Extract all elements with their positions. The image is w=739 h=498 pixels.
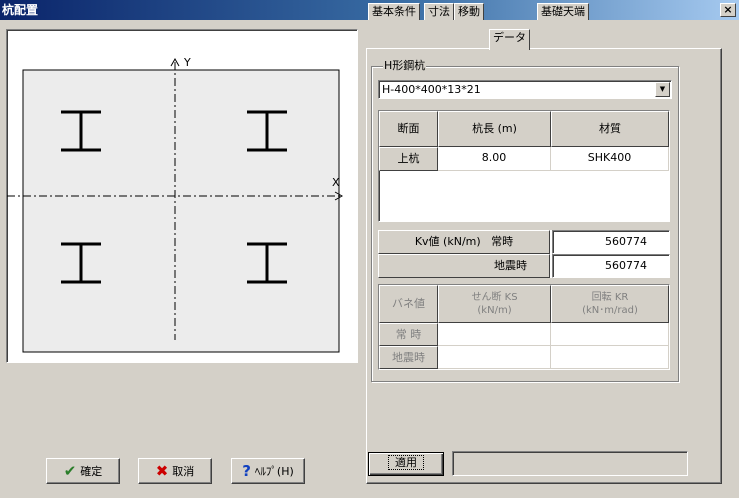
- cancel-button[interactable]: ✖ 取消: [138, 458, 212, 484]
- cancel-button-label: 取消: [172, 465, 195, 478]
- pile-section-select[interactable]: H-400*400*13*21 ▼: [378, 80, 672, 99]
- pile-material-cell[interactable]: SHK400: [551, 147, 669, 171]
- y-axis-label: Y: [183, 56, 191, 69]
- rotation-kr-header: 回転 KR (kN･m/rad): [551, 285, 669, 323]
- pile-section-value: H-400*400*13*21: [382, 83, 481, 96]
- kv-header-label: Kv値 (kN/m): [414, 235, 481, 248]
- kv-normal-header: Kv値 (kN/m) 常時: [378, 230, 550, 254]
- checkmark-icon: ✔: [63, 462, 77, 480]
- kv-table: Kv値 (kN/m) 常時 560774 地震時 560774: [378, 230, 670, 278]
- pile-length-cell[interactable]: 8.00: [438, 147, 551, 171]
- status-field: [452, 451, 688, 476]
- chevron-down-icon[interactable]: ▼: [655, 82, 670, 97]
- window-title: 杭配置: [2, 3, 39, 17]
- kr-normal-cell: [551, 323, 669, 346]
- kv-normal-label: 常時: [491, 235, 514, 248]
- kv-seismic-header: 地震時: [378, 254, 550, 278]
- kr-seismic-cell: [551, 346, 669, 369]
- tab-footing-top[interactable]: 基礎天端: [537, 3, 589, 20]
- row-header-upper-pile[interactable]: 上杭: [379, 147, 438, 171]
- spring-seismic-row-header: 地震時: [379, 346, 438, 369]
- help-button[interactable]: ? ﾍﾙﾌﾟ(H): [231, 458, 305, 484]
- col-header-length: 杭長 (m): [438, 111, 551, 147]
- tab-data[interactable]: データ: [489, 29, 530, 50]
- apply-button-label: 適用: [388, 455, 424, 470]
- pile-table: 断面 杭長 (m) 材質 上杭 8.00 SHK400: [378, 110, 670, 222]
- ks-normal-cell: [438, 323, 551, 346]
- ok-button-label: 確定: [80, 465, 103, 478]
- apply-button[interactable]: 適用: [368, 452, 444, 476]
- col-header-section: 断面: [379, 111, 438, 147]
- pile-layout-canvas[interactable]: Y X: [6, 29, 358, 363]
- tab-dimensions[interactable]: 寸法: [424, 3, 454, 20]
- close-button[interactable]: ×: [720, 3, 736, 17]
- x-axis-label: X: [332, 176, 340, 189]
- help-icon: ?: [242, 462, 251, 480]
- kv-seismic-value[interactable]: 560774: [552, 254, 670, 278]
- ok-button[interactable]: ✔ 確定: [46, 458, 120, 484]
- spring-normal-row-header: 常 時: [379, 323, 438, 346]
- help-button-label: ﾍﾙﾌﾟ(H): [254, 465, 294, 478]
- tab-move[interactable]: 移動: [454, 3, 484, 20]
- tab-basic-conditions[interactable]: 基本条件: [368, 3, 420, 20]
- shear-ks-header: せん断 KS (kN/m): [438, 285, 551, 323]
- kv-normal-value[interactable]: 560774: [552, 230, 670, 254]
- pile-plan-drawing: Y X: [7, 56, 344, 353]
- col-header-material: 材質: [551, 111, 669, 147]
- spring-table: バネ値 せん断 KS (kN/m) 回転 KR (kN･m/rad) 常 時 地…: [378, 284, 670, 370]
- ks-seismic-cell: [438, 346, 551, 369]
- spring-header: バネ値: [379, 285, 438, 323]
- pile-layout-dialog: 杭配置 × Y X ✔ 確定 ✖ 取消 ? ﾍﾙﾌﾟ(H) 基本条件 寸法 移動…: [0, 0, 739, 498]
- h-pile-group-label: H形鋼杭: [383, 57, 427, 73]
- cross-icon: ✖: [155, 462, 169, 480]
